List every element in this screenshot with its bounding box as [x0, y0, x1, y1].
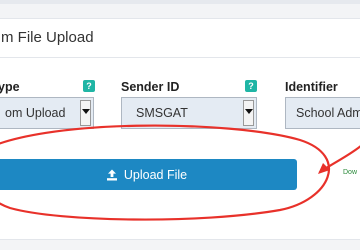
upload-file-label: Upload File	[123, 167, 188, 182]
type-select-value: om Upload	[5, 106, 66, 120]
sender-id-select-value: SMSGAT	[136, 106, 188, 120]
type-label: ype	[0, 80, 20, 94]
panel-title: m File Upload	[1, 29, 94, 46]
sender-id-label: Sender ID	[121, 80, 180, 94]
identifier-select[interactable]: School Adm	[285, 97, 360, 129]
upload-file-button[interactable]: Upload File	[0, 159, 297, 190]
type-help-icon[interactable]: ?	[83, 80, 95, 92]
sender-id-select[interactable]: SMSGAT	[121, 97, 257, 129]
upload-icon	[106, 169, 117, 180]
chevron-down-icon[interactable]	[243, 100, 254, 126]
type-select[interactable]: om Upload	[0, 97, 94, 129]
sender-id-help-icon[interactable]: ?	[245, 80, 257, 92]
top-divider	[0, 0, 360, 4]
chevron-down-icon[interactable]	[80, 100, 91, 126]
panel-header: m File Upload	[0, 19, 360, 58]
download-link[interactable]: Dow	[343, 169, 357, 176]
file-upload-panel: m File Upload	[0, 18, 360, 240]
identifier-label: Identifier	[285, 80, 338, 94]
identifier-select-value: School Adm	[296, 106, 360, 120]
